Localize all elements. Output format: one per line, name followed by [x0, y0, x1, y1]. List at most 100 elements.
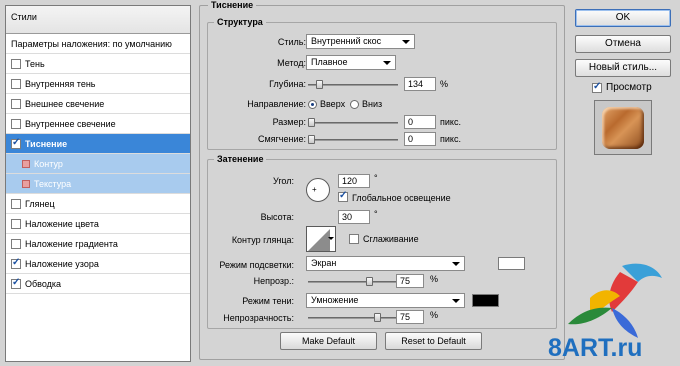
style-item-label: Наложение узора [25, 258, 99, 269]
soften-slider-track[interactable] [308, 139, 398, 141]
crosshair-icon: + [312, 185, 317, 194]
highlight-opacity-thumb[interactable] [366, 277, 373, 286]
style-item-label: Контур [34, 158, 63, 169]
style-dropdown[interactable]: Внутренний скос [306, 34, 415, 49]
shadow-color-swatch[interactable] [472, 294, 499, 307]
size-unit: пикс. [440, 117, 461, 127]
soften-slider-thumb[interactable] [308, 135, 315, 144]
size-label: Размер: [272, 117, 306, 127]
shadow-opacity-label: Непрозрачность: [223, 313, 294, 323]
parrot-logo [568, 263, 662, 338]
watermark-text: 8ART.ru [548, 334, 643, 362]
style-item-label: Внутренняя тень [25, 78, 96, 89]
altitude-label: Высота: [260, 212, 294, 222]
style-item[interactable]: Внутренняя тень [6, 74, 190, 94]
preview-checkbox[interactable]: ✓ [592, 81, 602, 93]
preview-label: Просмотр [606, 82, 652, 93]
highlight-opacity-track[interactable] [308, 281, 398, 283]
style-item-checkbox[interactable] [11, 218, 21, 229]
highlight-color-swatch[interactable] [498, 257, 525, 270]
chevron-down-icon [452, 299, 460, 303]
highlight-opacity-input[interactable]: 75 [396, 274, 424, 288]
style-item-checkbox[interactable] [11, 277, 21, 289]
direction-up-radio[interactable] [308, 100, 317, 109]
style-preview-thumbnail [594, 100, 652, 155]
style-item-checkbox[interactable] [11, 118, 21, 129]
angle-input[interactable]: 120 [338, 174, 370, 188]
style-item-checkbox[interactable] [11, 137, 21, 149]
shadow-opacity-track[interactable] [308, 317, 398, 319]
antialias-checkbox[interactable] [349, 234, 359, 244]
contour-icon [308, 229, 330, 251]
structure-group: Структура Стиль: Внутренний скос Метод: … [207, 17, 557, 150]
direction-up-label: Вверх [320, 99, 346, 109]
size-slider-thumb[interactable] [308, 118, 315, 127]
style-item[interactable]: Обводка [6, 274, 190, 294]
style-item-label: Тиснение [25, 138, 68, 149]
style-item-checkbox[interactable] [11, 98, 21, 109]
gloss-contour-label: Контур глянца: [231, 235, 294, 245]
style-item-label: Обводка [25, 278, 62, 289]
altitude-input[interactable]: 30 [338, 210, 370, 224]
new-style-button[interactable]: Новый стиль... [575, 59, 671, 77]
style-item-label: Наложение цвета [25, 218, 99, 229]
shading-title: Затенение [214, 154, 267, 164]
shadow-opacity-thumb[interactable] [374, 313, 381, 322]
style-item-checkbox[interactable] [11, 238, 21, 249]
style-item[interactable]: Внешнее свечение [6, 94, 190, 114]
style-item[interactable]: Тень [6, 54, 190, 74]
style-item-checkbox[interactable] [11, 257, 21, 269]
style-item[interactable]: Контур [6, 154, 190, 174]
reset-default-button[interactable]: Reset to Default [385, 332, 482, 350]
style-item-checkbox[interactable] [11, 198, 21, 209]
direction-down-radio[interactable] [350, 100, 359, 109]
check-icon: ✓ [593, 81, 602, 92]
sub-style-icon [22, 179, 30, 188]
style-item[interactable]: Наложение цвета [6, 214, 190, 234]
style-item[interactable]: Наложение узора [6, 254, 190, 274]
style-item-checkbox[interactable] [11, 58, 21, 69]
styles-header: Стили [6, 6, 190, 34]
size-input[interactable]: 0 [404, 115, 436, 129]
style-item-label: Тень [25, 58, 45, 69]
style-item[interactable]: Параметры наложения: по умолчанию [6, 34, 190, 54]
shadow-mode-dropdown[interactable]: Умножение [306, 293, 465, 308]
style-item[interactable]: Тиснение [6, 134, 190, 154]
gloss-contour-picker[interactable] [306, 226, 336, 252]
shading-group: Затенение Угол: + 120 ° ✓ Глобальное осв… [207, 154, 557, 329]
style-item[interactable]: Текстура [6, 174, 190, 194]
direction-label: Направление: [247, 99, 306, 109]
global-light-checkbox[interactable]: ✓ [338, 190, 348, 202]
depth-input[interactable]: 134 [404, 77, 436, 91]
size-slider-track[interactable] [308, 122, 398, 124]
bevel-emboss-panel: Тиснение Структура Стиль: Внутренний ско… [199, 0, 565, 360]
style-item-label: Параметры наложения: по умолчанию [11, 38, 172, 49]
highlight-mode-dropdown[interactable]: Экран [306, 256, 465, 271]
angle-dial[interactable]: + [306, 178, 330, 202]
ok-button[interactable]: OK [575, 9, 671, 27]
shadow-opacity-input[interactable]: 75 [396, 310, 424, 324]
make-default-button[interactable]: Make Default [280, 332, 377, 350]
style-item-label: Внешнее свечение [25, 98, 105, 109]
antialias-label: Сглаживание [363, 234, 419, 244]
soften-unit: пикс. [440, 134, 461, 144]
chevron-down-icon [402, 40, 410, 44]
style-item[interactable]: Внутреннее свечение [6, 114, 190, 134]
check-icon: ✓ [339, 190, 348, 201]
shadow-mode-label: Режим тени: [242, 296, 294, 306]
style-item-label: Текстура [34, 178, 72, 189]
cancel-button[interactable]: Отмена [575, 35, 671, 53]
method-dropdown[interactable]: Плавное [306, 55, 396, 70]
wood-texture-preview [602, 107, 644, 149]
style-item-checkbox[interactable] [11, 78, 21, 89]
style-item[interactable]: Наложение градиента [6, 234, 190, 254]
depth-unit: % [440, 79, 449, 89]
style-item[interactable]: Глянец [6, 194, 190, 214]
depth-slider-thumb[interactable] [316, 80, 323, 89]
soften-input[interactable]: 0 [404, 132, 436, 146]
angle-unit: ° [374, 173, 378, 183]
shadow-mode-value: Умножение [311, 295, 359, 305]
direction-down-label: Вниз [362, 99, 383, 109]
chevron-down-icon [452, 262, 460, 266]
styles-list-panel: Стили Параметры наложения: по умолчанию Т… [5, 5, 191, 362]
